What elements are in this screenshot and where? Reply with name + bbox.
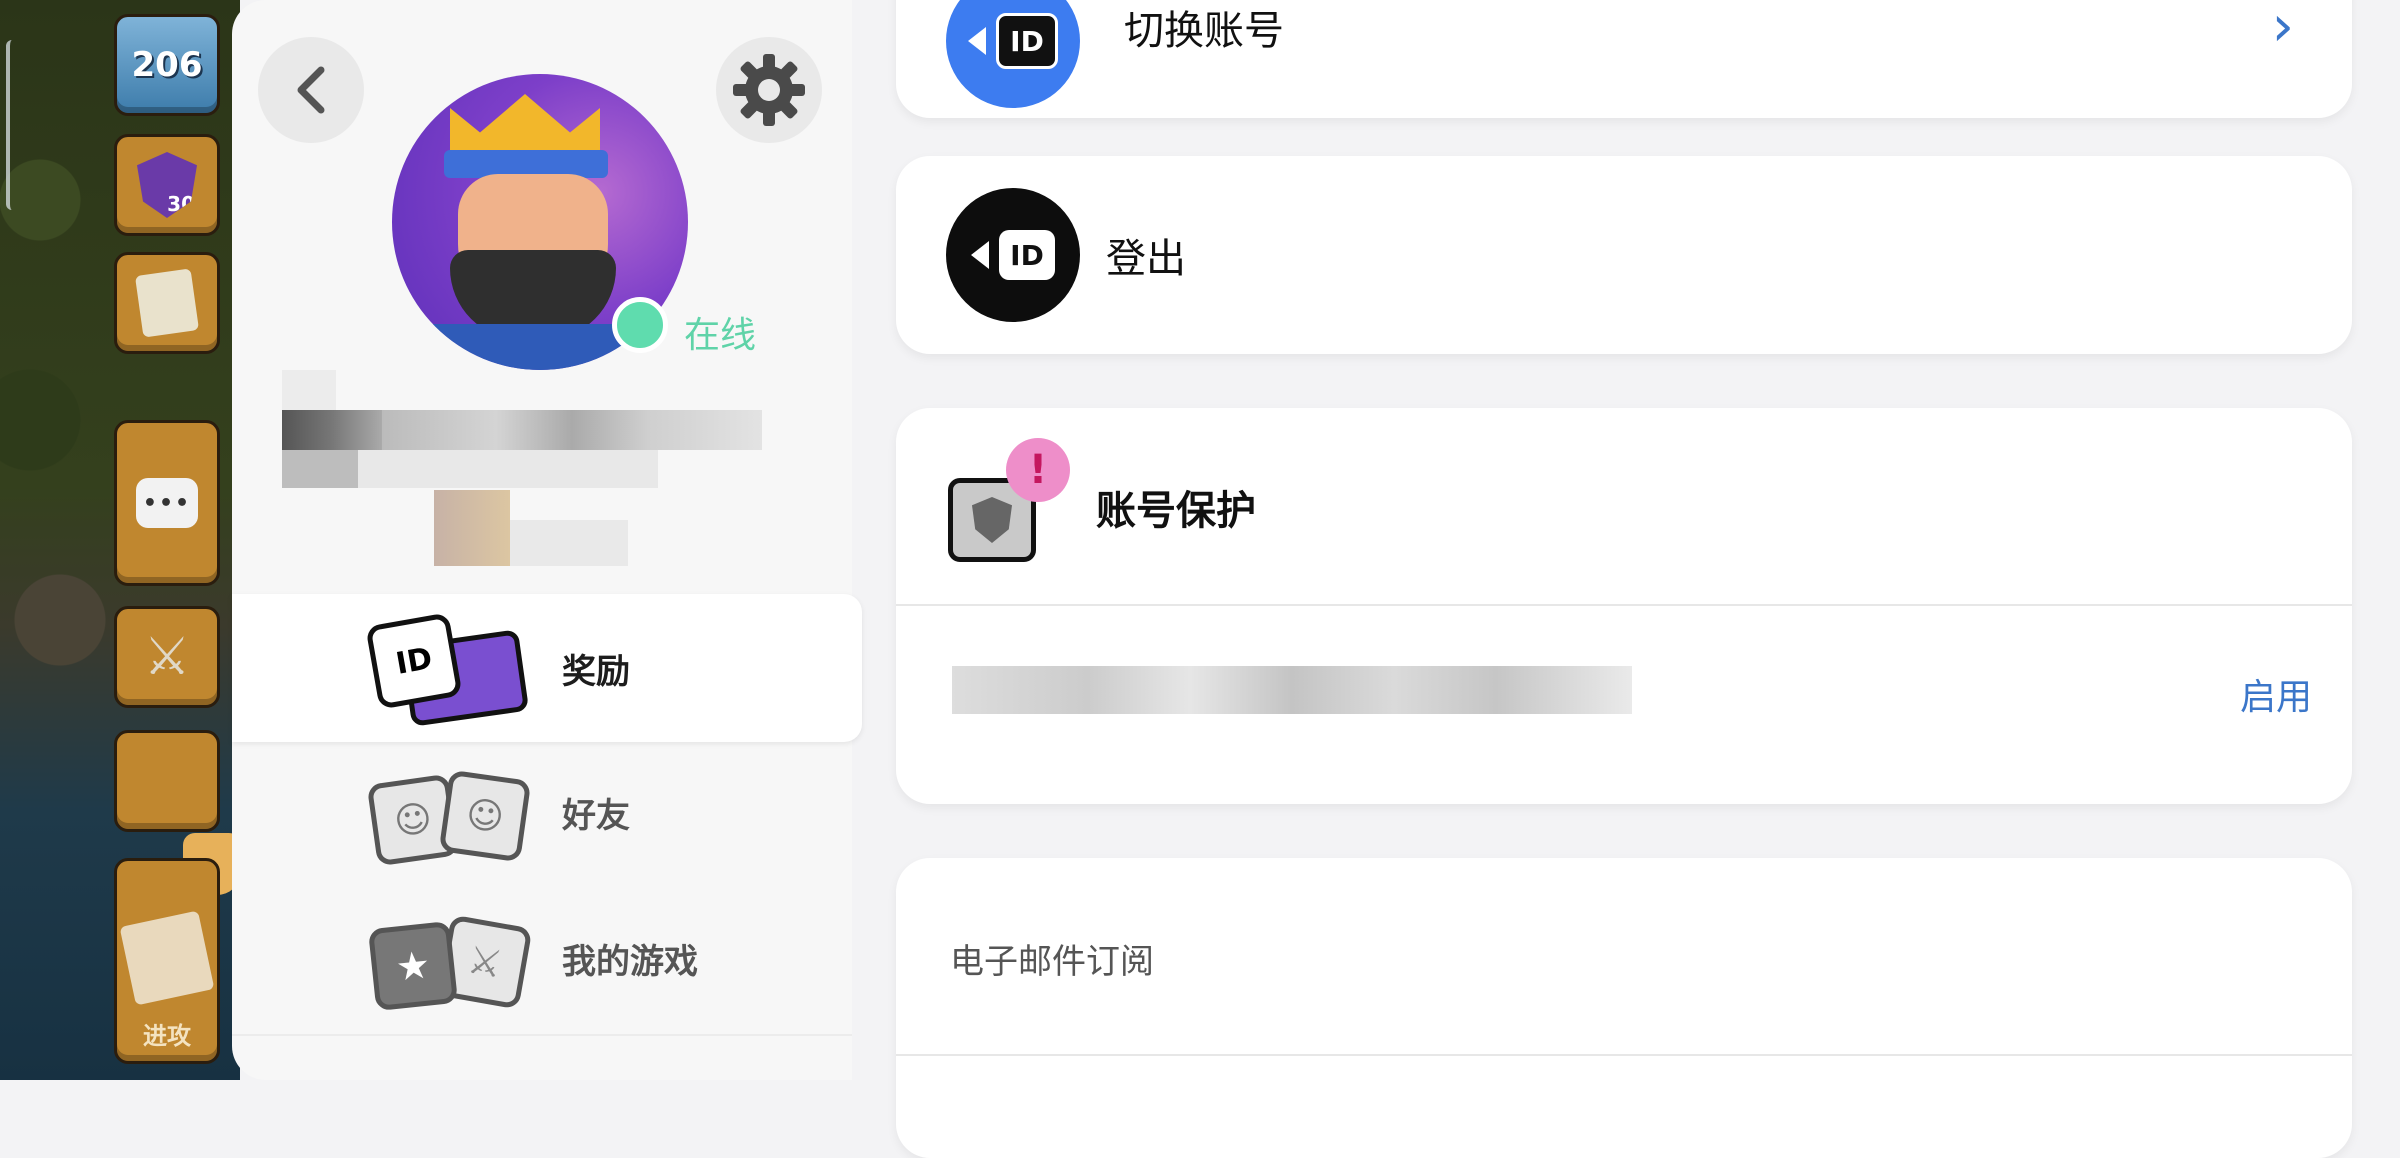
redacted-protection-description <box>952 666 1632 714</box>
nav-item-label: 我的游戏 <box>562 941 698 982</box>
switch-account-icon: ID <box>946 0 1080 108</box>
redacted-player-tag <box>282 450 358 488</box>
nav-item-friends[interactable]: ☺ ☺ 好友 <box>232 742 852 882</box>
game-background: 206 30 ••• ⚔ 进攻 <box>0 0 241 1080</box>
logout-card[interactable]: ID 登出 <box>896 156 2352 354</box>
profile-panel: 在线 ID 奖励 ☺ ☺ 好友 ★ ⚔ 我的游戏 <box>232 0 862 1080</box>
divider <box>896 604 2352 606</box>
logout-label: 登出 <box>1106 236 1186 282</box>
attack-label: 进攻 <box>143 1022 191 1050</box>
chat-button[interactable]: ••• <box>114 420 220 586</box>
redacted-username <box>282 370 336 410</box>
league-shield-icon: 30 <box>137 152 197 218</box>
map-button[interactable] <box>114 252 220 354</box>
player-level-value: 206 <box>131 45 203 85</box>
battle-button[interactable]: ⚔ <box>114 606 220 708</box>
email-subscription-label: 电子邮件订阅 <box>950 942 1154 982</box>
settings-button[interactable] <box>716 37 822 143</box>
friends-faces-icon: ☺ ☺ <box>366 757 532 867</box>
email-subscription-card: 电子邮件订阅 <box>896 858 2352 1158</box>
switch-account-label: 切换账号 <box>1124 8 1284 54</box>
nav-item-rewards[interactable]: ID 奖励 <box>232 598 852 738</box>
gear-icon <box>733 54 805 126</box>
switch-account-card[interactable]: ID 切换账号 › <box>896 0 2352 118</box>
army-button[interactable] <box>114 730 241 895</box>
redacted-player-tag <box>358 450 658 488</box>
alert-icon: ! <box>1006 438 1070 502</box>
back-button[interactable] <box>258 37 364 143</box>
attack-button[interactable]: 进攻 <box>114 858 220 1064</box>
redacted-badge <box>510 520 628 566</box>
player-level-badge[interactable]: 206 <box>114 14 220 116</box>
map-paper-icon <box>134 268 200 338</box>
nav-item-my-games[interactable]: ★ ⚔ 我的游戏 <box>232 888 852 1028</box>
attack-map-icon <box>119 910 215 1006</box>
account-protection-card: ! 账号保护 启用 <box>896 408 2352 804</box>
online-status-label: 在线 <box>684 315 757 356</box>
enable-protection-button[interactable]: 启用 <box>2240 668 2312 720</box>
chat-bubble-icon: ••• <box>136 478 198 528</box>
crossed-swords-icon: ⚔ <box>143 627 191 687</box>
league-level-value: 30 <box>167 192 195 216</box>
nav-divider <box>232 1034 852 1036</box>
divider <box>896 1054 2352 1056</box>
chevron-left-icon <box>297 66 325 114</box>
nav-item-label: 好友 <box>562 795 630 836</box>
nav-item-label: 奖励 <box>562 651 630 692</box>
chevron-right-icon: › <box>2271 0 2294 59</box>
redacted-username <box>282 410 382 450</box>
redacted-badge <box>434 490 510 566</box>
logout-icon: ID <box>946 188 1080 322</box>
redacted-username <box>382 410 762 450</box>
league-badge[interactable]: 30 <box>114 134 220 236</box>
game-scroll-indicator <box>6 40 18 210</box>
account-protection-label: 账号保护 <box>1096 488 1256 534</box>
id-cards-icon: ID <box>365 612 530 727</box>
online-status-dot <box>612 297 668 353</box>
my-games-icon: ★ ⚔ <box>367 903 533 1013</box>
